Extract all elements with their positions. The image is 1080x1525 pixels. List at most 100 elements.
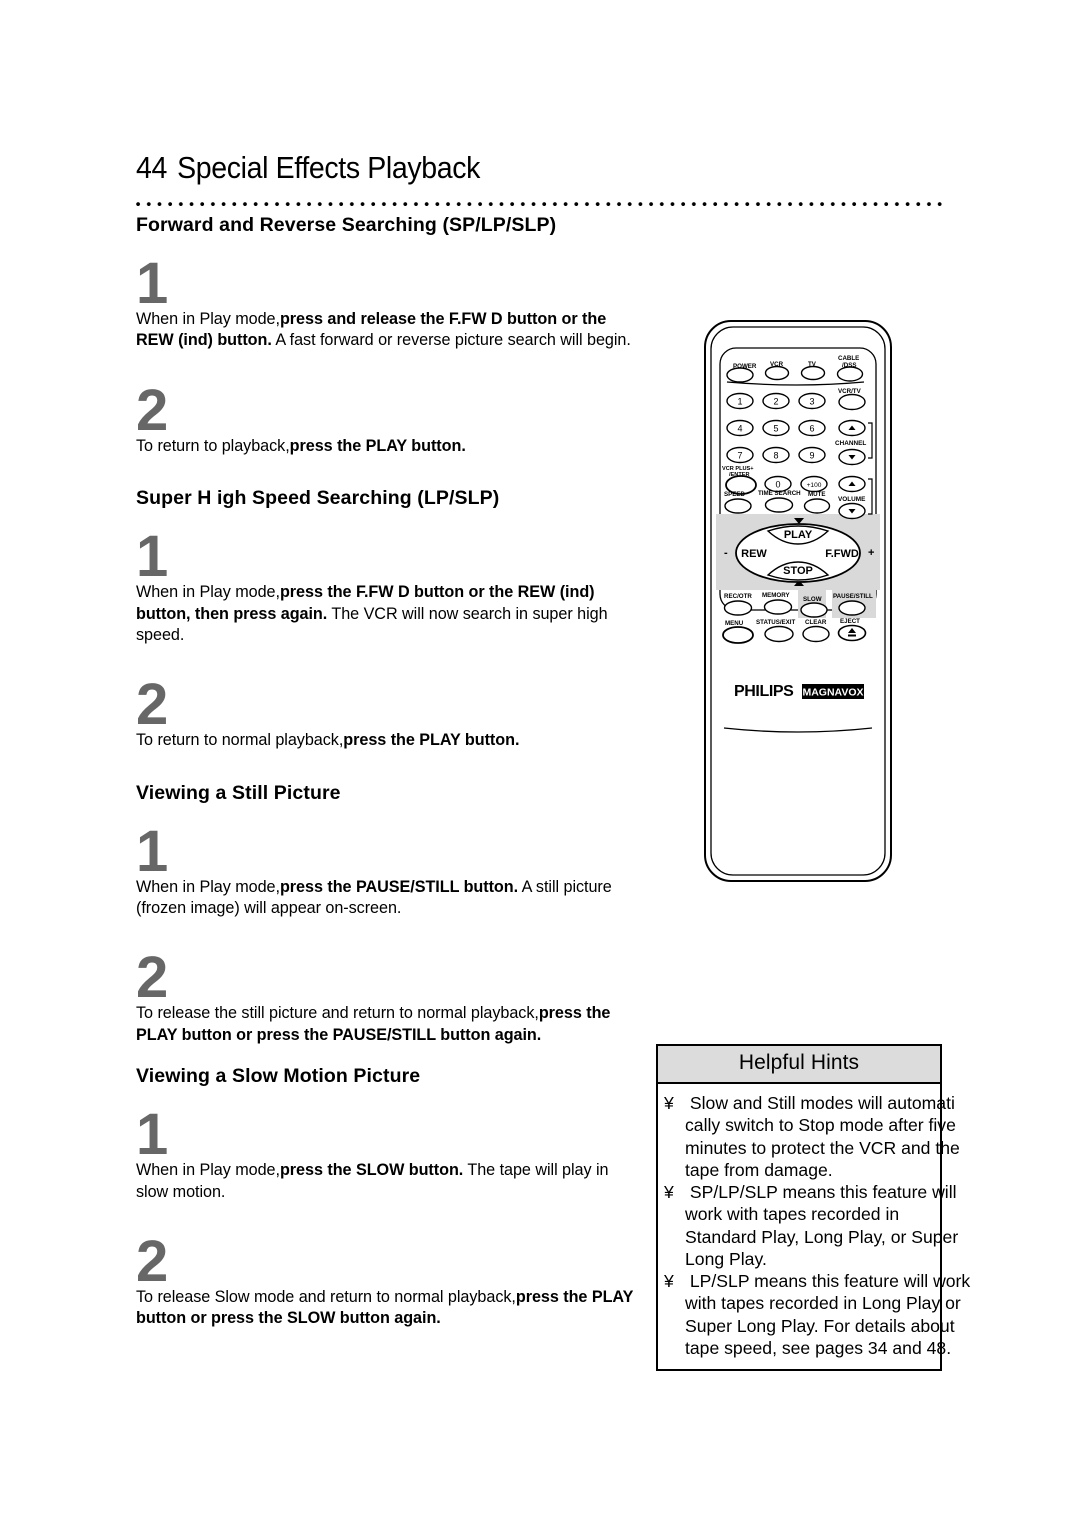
label-rew: REW [741,548,767,560]
step-number: 1 [136,251,168,316]
label-clear: CLEAR [805,619,827,626]
brand-philips: PHILIPS [734,683,794,700]
step-number: 1 [136,524,168,590]
label-channel: CHANNEL [835,440,866,447]
hint-bullet-icon: ¥ [664,1182,674,1202]
step-item: 2 To return to normal playback,press the… [136,672,644,751]
button-power [726,367,754,383]
step-item: 2 To release the still picture and retur… [136,945,644,1046]
step-item: 2 To release Slow mode and return to nor… [136,1228,644,1330]
label-digit-8: 8 [773,451,778,461]
step-text-bold: press the PLAY button. [289,436,466,455]
button-status-exit [764,625,794,643]
label-digit-3: 3 [809,397,814,407]
label-digit-5: 5 [773,424,778,434]
label-rec-otr: REC/OTR [724,593,752,600]
button-clear [802,625,830,643]
hint-text: SP/LP/SLP means this feature will work w… [685,1182,959,1269]
label-time-search: TIME SEARCH [758,490,801,497]
page-header: 44 Special Effects Playback [136,150,956,185]
step-text-plain: When in Play mode, [136,1161,280,1180]
label-pause-still: PAUSE/STILL [833,593,873,600]
helpful-hints-title: Helpful Hints [658,1046,940,1084]
label-ffwd: F.FWD [825,548,859,560]
step-text-plain: To return to normal playback, [136,731,344,750]
step-item: 2 To return to playback,press the PLAY b… [136,377,644,457]
section-heading-forward-reverse-searching: Forward and Reverse Searching (SP/LP/SLP… [136,214,557,236]
label-transport-plus: + [868,547,874,559]
dotted-divider [136,202,942,208]
step-text-bold: press the PAUSE/STILL button. [279,877,519,896]
step-number: 2 [136,377,168,443]
step-text: To release Slow mode and return to norma… [136,1287,644,1330]
label-mute: MUTE [808,491,826,498]
step-text-bold: press the PLAY button. [343,731,520,750]
step-text: When in Play mode,press the SLOW button.… [136,1160,644,1203]
section-heading-viewing-still-picture: Viewing a Still Picture [136,781,341,804]
button-menu [722,626,754,644]
label-digit-6: 6 [809,424,814,434]
eject-bar-icon [848,634,856,637]
remote-control-illustration: POWER VCR TV CABLE /DSS 1 2 3 VCR/TV 4 5… [702,318,894,884]
label-digit-2: 2 [773,397,778,407]
hint-text: Slow and Still modes will automati cally… [685,1093,960,1180]
step-item: 1 When in Play mode,press the PAUSE/STIL… [136,818,644,920]
label-play: PLAY [784,529,813,541]
label-cable-dss-line1: CABLE [838,355,859,362]
label-digit-4: 4 [737,424,742,434]
hint-bullet-icon: ¥ [664,1093,674,1113]
step-text-plain-tail: A fast forward or reverse picture search… [271,331,631,350]
label-memory: MEMORY [762,592,790,599]
step-text: To release the still picture and return … [136,1003,644,1046]
step-text-plain: When in Play mode, [136,310,280,328]
step-text: To return to normal playback,press the P… [136,730,644,751]
helpful-hints-list: ¥ Slow and Still modes will automati cal… [658,1084,970,1369]
step-item: 1 When in Play mode,press the SLOW butto… [136,1102,644,1203]
label-digit-7: 7 [737,451,742,461]
button-rec-otr [723,600,753,616]
step-number: 1 [136,1102,168,1168]
step-text-plain: When in Play mode, [136,583,280,602]
button-memory [763,599,793,615]
label-digit-1: 1 [737,397,742,407]
step-number: 1 [136,818,168,884]
button-tv [800,365,826,381]
step-text-plain: To return to playback, [136,436,290,455]
hint-list-item: ¥ SP/LP/SLP means this feature will work… [664,1181,958,1270]
step-number: 2 [136,672,168,738]
step-text: To return to playback,press the PLAY but… [136,436,644,457]
button-pause-still [838,600,866,616]
helpful-hints-box: Helpful Hints ¥ Slow and Still modes wil… [656,1044,970,1371]
page-number: 44 [136,150,167,185]
step-text: When in Play mode,press the F.FW D butto… [136,582,644,646]
button-mute [803,498,831,514]
step-item: 1 When in Play mode,press the F.FW D but… [136,524,644,646]
step-number: 2 [136,945,168,1011]
page-title: 44 Special Effects Playback [136,150,890,185]
label-eject: EJECT [840,618,860,625]
section-heading-super-high-speed-searching: Super H igh Speed Searching (LP/SLP) [136,487,500,510]
label-digit-9: 9 [809,451,814,461]
step-text-plain: To release Slow mode and return to norma… [136,1287,516,1306]
step-text-plain: To release the still picture and return … [136,1004,539,1023]
step-text-plain: When in Play mode, [136,877,280,896]
step-number: 2 [136,1228,168,1294]
label-slow: SLOW [803,596,822,603]
hint-bullet-icon: ¥ [664,1271,674,1291]
label-menu: MENU [725,620,744,627]
hint-list-item: ¥ LP/SLP means this feature will work wi… [664,1270,970,1359]
instructions-column: Forward and Reverse Searching (SP/LP/SLP… [136,214,644,1330]
step-text-bold: press the SLOW button. [279,1161,464,1180]
label-volume: VOLUME [838,496,866,503]
button-cable-dss [836,366,864,382]
section-heading-viewing-slow-motion-picture: Viewing a Slow Motion Picture [136,1065,421,1088]
button-vcr [764,365,790,381]
label-stop: STOP [783,565,813,577]
page-title-text: Special Effects Playback [177,150,481,185]
button-speed [724,498,752,514]
label-digit-0: 0 [775,480,780,490]
button-time-search [764,497,794,513]
step-item: 1 When in Play mode,press and release th… [136,251,644,352]
label-plus-100: +100 [807,482,822,489]
button-slow [800,602,828,618]
